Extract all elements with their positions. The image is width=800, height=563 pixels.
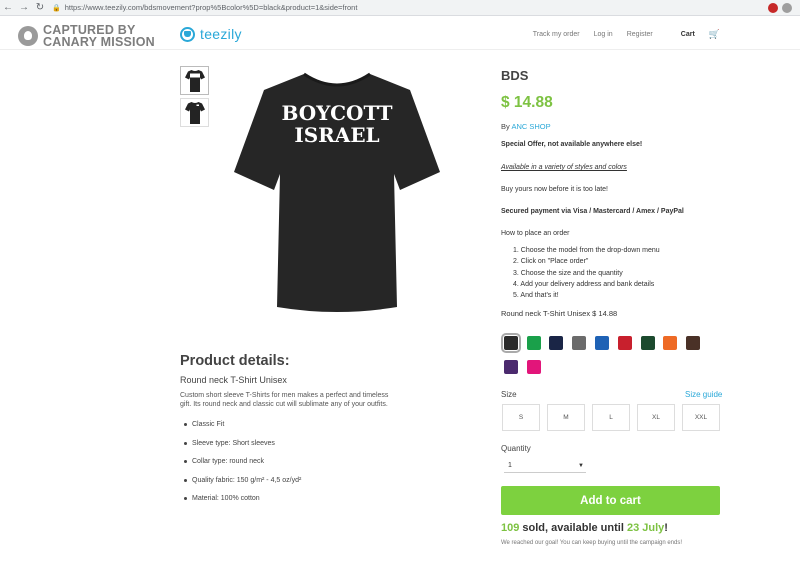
site-header: teezily Track my order Log in Register C…	[180, 22, 720, 46]
swatch-pink[interactable]	[527, 360, 541, 374]
nav-login[interactable]: Log in	[594, 31, 613, 38]
swatch-grey[interactable]	[572, 336, 586, 350]
canary-logo-icon	[18, 26, 38, 46]
shirt-print-line1: BOYCOTT	[281, 101, 392, 125]
sold-end: !	[664, 522, 668, 534]
back-icon[interactable]: ←	[0, 2, 16, 13]
seller-link[interactable]: ANC SHOP	[511, 122, 550, 131]
step-item: 1. Choose the model from the drop-down m…	[513, 247, 660, 254]
browser-toolbar: ← → ↻ 🔒 https://www.teezily.com/bdsmovem…	[0, 0, 800, 16]
forward-icon[interactable]: →	[16, 2, 32, 13]
size-option-xl[interactable]: XL	[637, 404, 675, 431]
watermark-line2: CANARY MISSION	[43, 35, 155, 49]
lock-icon: 🔒	[52, 4, 61, 12]
swatch-black[interactable]	[501, 333, 521, 353]
quantity-value: 1	[508, 462, 512, 469]
size-guide-link[interactable]: Size guide	[685, 390, 722, 399]
step-item: 3. Choose the size and the quantity	[513, 269, 623, 277]
add-to-cart-button[interactable]: Add to cart	[501, 486, 720, 515]
details-heading: Product details:	[180, 353, 290, 369]
buy-now-text: Buy yours now before it is too late!	[501, 186, 608, 193]
size-option-m[interactable]: M	[547, 404, 585, 431]
feature-item: Sleeve type: Short sleeves	[180, 440, 400, 459]
sold-status: 109 sold, available until 23 July!	[501, 522, 668, 534]
size-option-l[interactable]: L	[592, 404, 630, 431]
step-item: 2. Click on "Place order"	[513, 258, 589, 266]
step-item: 5. And that's it!	[513, 292, 559, 300]
size-option-xxl[interactable]: XXL	[682, 404, 720, 431]
feature-item: Classic Fit	[180, 421, 400, 440]
details-description: Custom short sleeve T-Shirts for men mak…	[180, 392, 389, 408]
swatch-green[interactable]	[527, 336, 541, 350]
top-nav: Track my order Log in Register Cart 🛒	[519, 29, 720, 40]
available-link[interactable]: Available in a variety of styles and col…	[501, 164, 721, 171]
swatch-navy[interactable]	[549, 336, 563, 350]
nav-register[interactable]: Register	[627, 31, 653, 38]
sold-middle: sold, available until	[519, 522, 627, 534]
teezily-logo-icon	[180, 26, 195, 42]
nav-track-order[interactable]: Track my order	[533, 31, 580, 38]
reload-icon[interactable]: ↻	[32, 2, 48, 13]
thumbnail-back[interactable]	[180, 98, 209, 127]
cart-label: Cart	[680, 30, 695, 38]
step-item: 4. Add your delivery address and bank de…	[513, 280, 655, 288]
cart-link[interactable]: Cart 🛒	[667, 29, 720, 40]
feature-item: Quality fabric: 150 g/m² - 4,5 oz/yd²	[180, 477, 400, 496]
swatch-blue[interactable]	[595, 336, 609, 350]
quantity-select[interactable]: 1 ▼	[504, 459, 586, 473]
thumbnail-front[interactable]	[180, 66, 209, 95]
swatch-purple[interactable]	[504, 360, 518, 374]
extension-icon[interactable]	[768, 2, 778, 13]
size-option-s[interactable]: S	[502, 404, 540, 431]
feature-item: Material: 100% cotton	[180, 495, 400, 514]
shirt-print-line2: ISRAEL	[294, 123, 379, 147]
profile-icon[interactable]	[782, 2, 792, 13]
feature-list: Classic Fit Sleeve type: Short sleeves C…	[180, 421, 400, 514]
special-offer: Special Offer, not available anywhere el…	[501, 141, 643, 148]
product-info: BDS $ 14.88 By ANC SHOP Special Offer, n…	[501, 68, 721, 318]
address-bar[interactable]: 🔒 https://www.teezily.com/bdsmovement?pr…	[52, 1, 734, 14]
size-label: Size	[501, 390, 517, 399]
goal-message: We reached our goal! You can keep buying…	[501, 540, 683, 546]
product-details: Product details: Round neck T-Shirt Unis…	[180, 353, 400, 514]
swatch-forest-green[interactable]	[641, 336, 655, 350]
variant-label: Round neck T-Shirt Unisex $ 14.88	[501, 309, 618, 319]
quantity-label: Quantity	[501, 444, 531, 453]
sold-until-date: 23 July	[626, 522, 665, 534]
payment-text: Secured payment via Visa / Mastercard / …	[501, 208, 684, 215]
product-price: $ 14.88	[501, 94, 553, 111]
feature-item: Collar type: round neck	[180, 458, 400, 477]
brand-name: teezily	[200, 26, 242, 42]
how-to-text: How to place an order	[501, 230, 570, 237]
by-prefix: By	[501, 122, 510, 131]
swatch-brown[interactable]	[686, 336, 700, 350]
url-text: https://www.teezily.com/bdsmovement?prop…	[64, 3, 358, 12]
product-image: BOYCOTT ISRAEL	[232, 62, 442, 322]
dropdown-arrow-icon: ▼	[578, 462, 584, 469]
header-divider	[0, 49, 800, 50]
product-title: BDS	[501, 68, 529, 83]
cart-icon: 🛒	[708, 28, 720, 39]
swatch-red[interactable]	[618, 336, 632, 350]
order-steps: 1. Choose the model from the drop-down m…	[513, 247, 721, 303]
swatch-orange[interactable]	[663, 336, 677, 350]
brand-logo[interactable]: teezily	[180, 26, 242, 42]
details-subheading: Round neck T-Shirt Unisex	[180, 375, 287, 385]
canary-watermark: CAPTURED BY CANARY MISSION	[18, 24, 155, 48]
sold-count: 109	[501, 522, 520, 534]
seller-line: By ANC SHOP	[501, 122, 721, 131]
